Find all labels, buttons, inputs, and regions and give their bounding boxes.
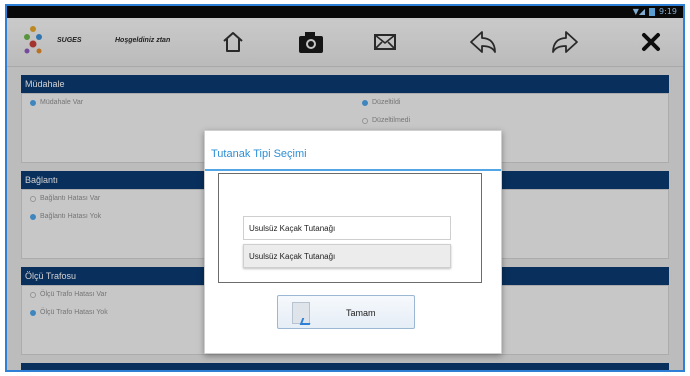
list-item-selected[interactable]: Usulsüz Kaçak Tutanağı — [243, 244, 451, 268]
document-icon — [292, 302, 310, 324]
tutanak-tipi-dialog: Tutanak Tipi Seçimi Usulsüz Kaçak Tutana… — [204, 130, 502, 354]
dialog-title: Tutanak Tipi Seçimi — [211, 148, 307, 160]
list-item[interactable]: Usulsüz Kaçak Tutanağı — [243, 216, 451, 240]
dialog-divider — [205, 169, 501, 171]
tutanak-list: Usulsüz Kaçak Tutanağı Usulsüz Kaçak Tut… — [218, 173, 482, 283]
tamam-button[interactable]: Tamam — [277, 295, 415, 329]
tamam-label: Tamam — [346, 308, 376, 318]
app-frame: ▼◢ 9:19 SUGES Hoşgeldiniz ztan Müdahale … — [5, 4, 685, 372]
